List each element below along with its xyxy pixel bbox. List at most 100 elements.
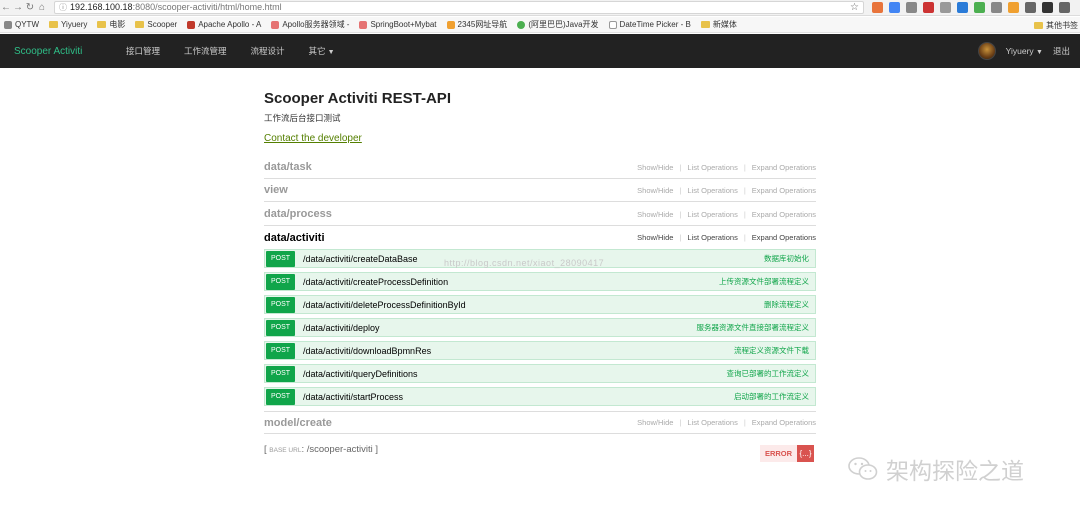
logout-link[interactable]: 退出 (1053, 45, 1070, 57)
nav-item-workflow-management[interactable]: 工作流管理 (184, 45, 227, 57)
http-method-badge[interactable]: POST (266, 296, 295, 313)
operation-summary[interactable]: 删除流程定义 (764, 299, 809, 310)
bookmark-item[interactable]: 电影 (97, 19, 125, 30)
url-host: 192.168.100.18 (70, 2, 133, 12)
bookmarks-bar: QYTW Yiyuery 电影 Scooper Apache Apollo - … (0, 17, 1080, 33)
extension-icon[interactable] (1008, 2, 1019, 13)
resource-name[interactable]: data/process (264, 208, 332, 220)
operation-path[interactable]: /data/activiti/createDataBase (303, 254, 418, 264)
operation-summary[interactable]: 查询已部署的工作流定义 (727, 368, 810, 379)
operation-summary[interactable]: 流程定义资源文件下载 (734, 345, 809, 356)
nav-item-other-dropdown[interactable]: 其它 ▼ (309, 45, 335, 57)
back-icon[interactable]: ← (0, 0, 12, 16)
show-hide-link[interactable]: Show/Hide (637, 163, 673, 172)
extension-icon[interactable] (906, 2, 917, 13)
operation-path[interactable]: /data/activiti/startProcess (303, 392, 403, 402)
home-icon[interactable]: ⌂ (36, 0, 48, 16)
operation-path[interactable]: /data/activiti/deleteProcessDefinitionBy… (303, 300, 466, 310)
show-hide-link[interactable]: Show/Hide (637, 233, 673, 242)
list-operations-link[interactable]: List Operations (687, 233, 737, 242)
list-operations-link[interactable]: List Operations (687, 210, 737, 219)
bookmark-item[interactable]: Yiyuery (49, 20, 87, 29)
user-menu-dropdown[interactable]: Yiyuery ▼ (1006, 46, 1043, 56)
bookmark-item[interactable]: (阿里巴巴)Java开发 (517, 19, 599, 30)
resource-name[interactable]: data/activiti (264, 232, 325, 244)
brand-link[interactable]: Scooper Activiti (14, 46, 126, 57)
bookmark-item[interactable]: Apollo服务器领域 - (271, 19, 349, 30)
resource-data-task: data/task Show/Hide | List Operations | Ex… (264, 156, 816, 179)
nav-item-api-management[interactable]: 接口管理 (126, 45, 160, 57)
operation-row[interactable]: POST /data/activiti/queryDefinitions 查询已… (264, 364, 816, 383)
operation-row[interactable]: POST /data/activiti/deleteProcessDefinit… (264, 295, 816, 314)
extension-icon[interactable] (940, 2, 951, 13)
menu-icon[interactable] (1059, 2, 1070, 13)
bookmark-star-icon[interactable]: ☆ (850, 2, 859, 13)
operation-path[interactable]: /data/activiti/createProcessDefinition (303, 277, 448, 287)
caret-down-icon: ▼ (1036, 49, 1043, 56)
operation-summary[interactable]: 数据库初始化 (764, 253, 809, 264)
operation-row[interactable]: POST /data/activiti/downloadBpmnRes 流程定义… (264, 341, 816, 360)
http-method-badge[interactable]: POST (266, 273, 295, 290)
operation-path[interactable]: /data/activiti/queryDefinitions (303, 369, 418, 379)
operation-summary[interactable]: 上传资源文件部署流程定义 (719, 276, 809, 287)
extension-icon[interactable] (872, 2, 883, 13)
http-method-badge[interactable]: POST (266, 388, 295, 405)
resource-operations: Show/Hide | List Operations | Expand Opera… (637, 185, 816, 195)
avatar[interactable] (977, 42, 996, 60)
operation-path[interactable]: /data/activiti/deploy (303, 323, 380, 333)
nav-item-process-design[interactable]: 流程设计 (251, 45, 285, 57)
operation-row[interactable]: POST /data/activiti/createProcessDefinit… (264, 272, 816, 291)
expand-operations-link[interactable]: Expand Operations (752, 186, 816, 195)
extension-icon[interactable] (957, 2, 968, 13)
resource-operations: Show/Hide | List Operations | Expand Opera… (637, 233, 816, 242)
contact-developer-link[interactable]: Contact the developer (264, 133, 362, 144)
bookmark-item[interactable]: QYTW (4, 20, 39, 29)
http-method-badge[interactable]: POST (266, 319, 295, 336)
resource-name[interactable]: model/create (264, 417, 332, 429)
list-operations-link[interactable]: List Operations (687, 418, 737, 427)
apache-icon (187, 20, 196, 29)
extension-icon[interactable] (889, 2, 900, 13)
resource-name[interactable]: view (264, 184, 288, 196)
expand-operations-link[interactable]: Expand Operations (752, 163, 816, 172)
operation-row[interactable]: POST /data/activiti/startProcess 启动部署的工作… (264, 387, 816, 406)
operation-summary[interactable]: 服务器资源文件直接部署流程定义 (697, 322, 810, 333)
bookmark-item[interactable]: DateTime Picker - B (608, 20, 691, 29)
base-url-label: BASE URL (269, 447, 302, 454)
extension-icon[interactable] (991, 2, 1002, 13)
show-hide-link[interactable]: Show/Hide (637, 186, 673, 195)
extension-icon[interactable] (1042, 2, 1053, 13)
operation-summary[interactable]: 启动部署的工作流定义 (734, 391, 809, 402)
bookmark-item[interactable]: Scooper (135, 20, 177, 29)
page-icon (359, 20, 368, 29)
expand-operations-link[interactable]: Expand Operations (752, 210, 816, 219)
list-operations-link[interactable]: List Operations (687, 186, 737, 195)
extension-icon[interactable] (974, 2, 985, 13)
show-hide-link[interactable]: Show/Hide (637, 210, 673, 219)
http-method-badge[interactable]: POST (266, 342, 295, 359)
reload-icon[interactable]: ↻ (24, 0, 36, 16)
forward-icon[interactable]: → (12, 0, 24, 16)
http-method-badge[interactable]: POST (266, 365, 295, 382)
extension-icon[interactable] (1025, 2, 1036, 13)
extension-icon[interactable] (923, 2, 934, 13)
validator-error-badge[interactable]: ERROR {...} (760, 445, 814, 462)
operation-path[interactable]: /data/activiti/downloadBpmnRes (303, 346, 431, 356)
expand-operations-link[interactable]: Expand Operations (752, 233, 816, 242)
wechat-icon (848, 457, 878, 480)
expand-operations-link[interactable]: Expand Operations (752, 418, 816, 427)
bookmark-item[interactable]: 新媒体 (700, 19, 737, 30)
folder-icon (135, 21, 145, 28)
resource-name[interactable]: data/task (264, 161, 312, 173)
folder-icon (700, 21, 710, 28)
operation-row[interactable]: POST /data/activiti/deploy 服务器资源文件直接部署流程… (264, 318, 816, 337)
list-operations-link[interactable]: List Operations (687, 163, 737, 172)
http-method-badge[interactable]: POST (266, 250, 295, 267)
bookmark-item[interactable]: Apache Apollo - A (187, 20, 261, 29)
bookmark-item[interactable]: 2345网址导航 (446, 19, 507, 30)
bookmark-item[interactable]: SpringBoot+Mybat (359, 20, 437, 29)
url-input[interactable]: ⓘ 192.168.100.18:8080/scooper-activiti/h… (54, 1, 864, 14)
show-hide-link[interactable]: Show/Hide (637, 418, 673, 427)
other-bookmarks[interactable]: 其他书签 (1034, 17, 1078, 32)
app-navbar: Scooper Activiti 接口管理 工作流管理 流程设计 其它 ▼ Yiy… (0, 34, 1080, 68)
